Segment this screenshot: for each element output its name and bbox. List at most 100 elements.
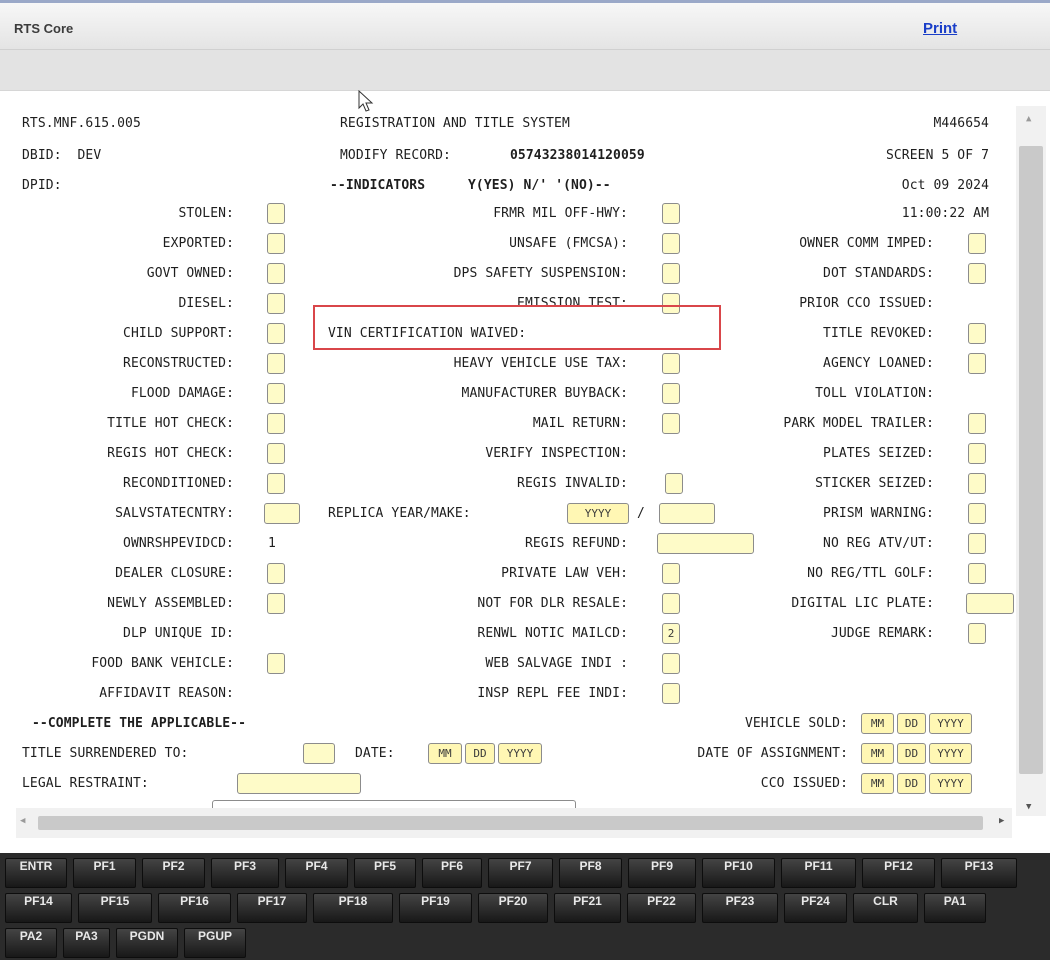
replica-year-field[interactable]: YYYY [567, 503, 629, 524]
dealer-closure-field[interactable] [267, 563, 285, 584]
title-revoked-field[interactable] [968, 323, 986, 344]
salvstatecntry-field[interactable] [264, 503, 300, 524]
key-pf9[interactable]: PF9 [628, 858, 696, 888]
diesel-field[interactable] [267, 293, 285, 314]
renwl-notic-mailcd-field[interactable]: 2 [662, 623, 680, 644]
newly-assembled-field[interactable] [267, 593, 285, 614]
date-day[interactable]: DD [465, 743, 495, 764]
web-salvage-indi-field[interactable] [662, 653, 680, 674]
key-clr[interactable]: CLR [853, 893, 918, 923]
frmr-mil-off-hwy-field[interactable] [662, 203, 680, 224]
park-model-trailer-field[interactable] [968, 413, 986, 434]
key-pf24[interactable]: PF24 [784, 893, 847, 923]
modify-record-label: MODIFY RECORD: [340, 148, 451, 163]
key-pgup[interactable]: PGUP [184, 928, 246, 958]
key-pf5[interactable]: PF5 [354, 858, 416, 888]
agency-loaned-field[interactable] [968, 353, 986, 374]
key-pf16[interactable]: PF16 [158, 893, 231, 923]
no-reg-ttl-golf-field[interactable] [968, 563, 986, 584]
vertical-scroll-thumb[interactable] [1019, 146, 1043, 774]
key-pf7[interactable]: PF7 [488, 858, 553, 888]
key-pf4[interactable]: PF4 [285, 858, 348, 888]
child-support-field[interactable] [267, 323, 285, 344]
insp-repl-fee-indi-field[interactable] [662, 683, 680, 704]
reconstructed-field[interactable] [267, 353, 285, 374]
key-pf10[interactable]: PF10 [702, 858, 775, 888]
no-reg-atv-ut-field[interactable] [968, 533, 986, 554]
key-pf22[interactable]: PF22 [627, 893, 696, 923]
private-law-veh-field[interactable] [662, 563, 680, 584]
manufacturer-buyback-field[interactable] [662, 383, 680, 404]
owner-comm-imped-field[interactable] [968, 233, 986, 254]
cco-issued-year[interactable]: YYYY [929, 773, 972, 794]
key-pf20[interactable]: PF20 [478, 893, 548, 923]
date-year[interactable]: YYYY [498, 743, 542, 764]
mail-return-field[interactable] [662, 413, 680, 434]
govt-owned-field[interactable] [267, 263, 285, 284]
function-key-bar: ENTR PF1 PF2 PF3 PF4 PF5 PF6 PF7 PF8 PF9… [0, 853, 1050, 960]
heavy-vehicle-use-tax-field[interactable] [662, 353, 680, 374]
key-pf17[interactable]: PF17 [237, 893, 307, 923]
key-pgdn[interactable]: PGDN [116, 928, 178, 958]
legal-restraint-field[interactable] [237, 773, 361, 794]
flood-damage-field[interactable] [267, 383, 285, 404]
not-for-dlr-resale-field[interactable] [662, 593, 680, 614]
key-pf19[interactable]: PF19 [399, 893, 472, 923]
horizontal-scrollbar[interactable]: ◀ ▶ [16, 808, 1012, 838]
key-pf6[interactable]: PF6 [422, 858, 482, 888]
scroll-right-icon[interactable]: ▶ [999, 816, 1004, 826]
key-pf15[interactable]: PF15 [78, 893, 152, 923]
ownrshpevidcd-value[interactable]: 1 [268, 536, 276, 552]
stolen-field[interactable] [267, 203, 285, 224]
title-hot-check-field[interactable] [267, 413, 285, 434]
food-bank-vehicle-field[interactable] [267, 653, 285, 674]
key-pf11[interactable]: PF11 [781, 858, 856, 888]
dot-standards-field[interactable] [968, 263, 986, 284]
date-month[interactable]: MM [428, 743, 462, 764]
key-pa1[interactable]: PA1 [924, 893, 986, 923]
exported-field[interactable] [267, 233, 285, 254]
dps-safety-suspension-field[interactable] [662, 263, 680, 284]
unsafe-fmcsa-field[interactable] [662, 233, 680, 254]
vertical-scrollbar[interactable]: ▲ ▼ [1016, 106, 1046, 816]
key-pf1[interactable]: PF1 [73, 858, 136, 888]
key-pf12[interactable]: PF12 [862, 858, 935, 888]
key-pf2[interactable]: PF2 [142, 858, 205, 888]
key-pf13[interactable]: PF13 [941, 858, 1017, 888]
next-field-partial[interactable] [212, 800, 576, 808]
cco-issued-month[interactable]: MM [861, 773, 894, 794]
print-link[interactable]: Print [923, 20, 957, 37]
vehicle-sold-month[interactable]: MM [861, 713, 894, 734]
vehicle-sold-year[interactable]: YYYY [929, 713, 972, 734]
key-pf21[interactable]: PF21 [554, 893, 621, 923]
assignment-year[interactable]: YYYY [929, 743, 972, 764]
key-pf14[interactable]: PF14 [5, 893, 72, 923]
key-pa2[interactable]: PA2 [5, 928, 57, 958]
reconditioned-field[interactable] [267, 473, 285, 494]
renwl-notic-mailcd-label: RENWL NOTIC MAILCD: [477, 626, 628, 641]
scroll-left-icon[interactable]: ◀ [20, 816, 25, 826]
title-surrendered-field[interactable] [303, 743, 335, 764]
regis-hot-check-field[interactable] [267, 443, 285, 464]
legal-restraint-label: LEGAL RESTRAINT: [22, 776, 149, 791]
key-pf18[interactable]: PF18 [313, 893, 393, 923]
key-pf3[interactable]: PF3 [211, 858, 279, 888]
digital-lic-plate-field[interactable] [966, 593, 1014, 614]
dealer-closure-label: DEALER CLOSURE: [115, 566, 234, 581]
cco-issued-label: CCO ISSUED: [760, 776, 848, 791]
scroll-up-icon[interactable]: ▲ [1026, 114, 1031, 124]
horizontal-scroll-thumb[interactable] [38, 816, 983, 830]
vehicle-sold-day[interactable]: DD [897, 713, 926, 734]
judge-remark-field[interactable] [968, 623, 986, 644]
key-pf8[interactable]: PF8 [559, 858, 622, 888]
sticker-seized-field[interactable] [968, 473, 986, 494]
key-entr[interactable]: ENTR [5, 858, 67, 888]
cco-issued-day[interactable]: DD [897, 773, 926, 794]
key-pa3[interactable]: PA3 [63, 928, 110, 958]
assignment-day[interactable]: DD [897, 743, 926, 764]
plates-seized-field[interactable] [968, 443, 986, 464]
prism-warning-field[interactable] [968, 503, 986, 524]
assignment-month[interactable]: MM [861, 743, 894, 764]
key-pf23[interactable]: PF23 [702, 893, 778, 923]
scroll-down-icon[interactable]: ▼ [1026, 802, 1031, 812]
